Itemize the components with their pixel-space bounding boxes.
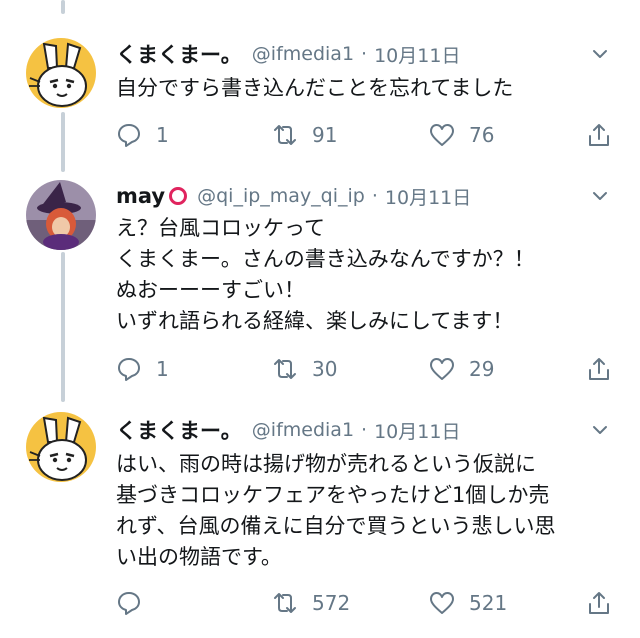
tweet-header: くまくまー。 @ifmedia1 · 10月11日 — [116, 413, 460, 447]
retweet-count: 572 — [312, 591, 351, 615]
chevron-down-icon[interactable] — [590, 420, 610, 440]
thread-line-2-3 — [61, 252, 65, 402]
rabbit-avatar-icon — [26, 38, 96, 108]
share-icon — [589, 592, 609, 614]
avatar[interactable] — [26, 38, 96, 108]
like-button[interactable]: 29 — [429, 354, 494, 384]
avatar[interactable] — [26, 180, 96, 250]
rabbit-avatar-icon — [26, 412, 96, 482]
tweet-actions: 1 30 29 — [116, 354, 616, 384]
like-count: 521 — [469, 591, 508, 615]
tweet-header: くまくまー。 @ifmedia1 · 10月11日 — [116, 37, 460, 71]
share-button[interactable] — [586, 120, 612, 150]
retweet-icon — [274, 125, 296, 145]
retweet-icon — [274, 359, 296, 379]
retweet-count: 91 — [312, 123, 338, 147]
reply-count: 1 — [156, 357, 169, 381]
user-handle[interactable]: @ifmedia1 — [252, 419, 354, 441]
separator-dot: · — [371, 185, 378, 207]
retweet-button[interactable]: 30 — [272, 354, 337, 384]
reply-icon — [118, 358, 140, 381]
reply-count: 1 — [156, 123, 169, 147]
like-button[interactable]: 521 — [429, 588, 507, 618]
witch-avatar-icon — [26, 180, 96, 250]
separator-dot: · — [361, 419, 368, 441]
like-button[interactable]: 76 — [429, 120, 494, 150]
reply-icon — [118, 124, 140, 147]
display-name[interactable]: くまくまー。 — [116, 39, 242, 69]
tweet-date[interactable]: 10月11日 — [385, 183, 471, 210]
share-button[interactable] — [586, 588, 612, 618]
retweet-icon — [274, 593, 296, 613]
tweet-actions: 1 91 76 — [116, 120, 616, 150]
reply-icon — [118, 592, 140, 615]
like-count: 29 — [469, 357, 495, 381]
user-handle[interactable]: @qi_ip_may_qi_ip — [197, 185, 365, 207]
user-handle[interactable]: @ifmedia1 — [252, 43, 354, 65]
display-name[interactable]: may — [116, 184, 165, 208]
tweet-text: はい、雨の時は揚げ物が売れるという仮説に 基づきコロッケフェアをやったけど1個し… — [116, 452, 556, 569]
share-icon — [589, 358, 609, 380]
like-icon — [430, 124, 454, 146]
tweet-date[interactable]: 10月11日 — [374, 417, 460, 444]
reply-button[interactable]: 1 — [116, 120, 169, 150]
retweet-button[interactable]: 572 — [272, 588, 350, 618]
like-icon — [430, 358, 454, 380]
tweet-actions: 572 521 — [116, 588, 616, 618]
like-icon — [430, 592, 454, 614]
thread-line-1-2 — [61, 112, 65, 172]
chevron-down-icon[interactable] — [590, 44, 610, 64]
reply-button[interactable] — [116, 588, 156, 618]
like-count: 76 — [469, 123, 495, 147]
avatar[interactable] — [26, 412, 96, 482]
share-icon — [589, 124, 609, 146]
retweet-count: 30 — [312, 357, 338, 381]
red-circle-icon — [169, 187, 188, 205]
share-button[interactable] — [586, 354, 612, 384]
thread-line-top — [61, 0, 65, 14]
retweet-button[interactable]: 91 — [272, 120, 337, 150]
tweet-text: え？台風コロッケって くまくまー。さんの書き込みなんですか？！ ぬおーーーすごい… — [116, 216, 535, 333]
display-name[interactable]: くまくまー。 — [116, 415, 242, 445]
separator-dot: · — [361, 43, 368, 65]
tweet-date[interactable]: 10月11日 — [374, 41, 460, 68]
chevron-down-icon[interactable] — [590, 186, 610, 206]
reply-button[interactable]: 1 — [116, 354, 169, 384]
tweet-header: may @qi_ip_may_qi_ip · 10月11日 — [116, 179, 471, 213]
tweet-text: 自分ですら書き込んだことを忘れてました — [116, 76, 514, 100]
